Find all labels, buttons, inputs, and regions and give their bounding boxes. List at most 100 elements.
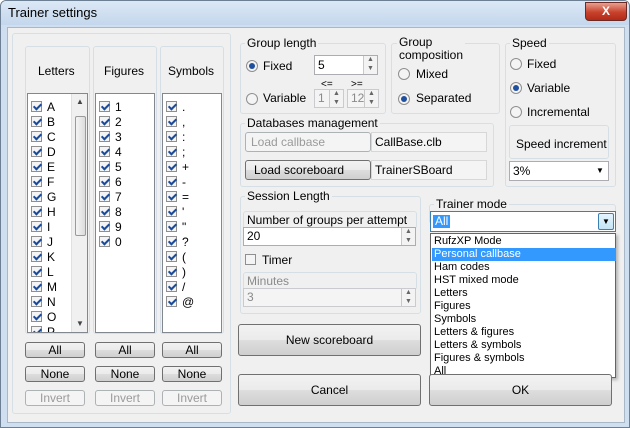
trainer-mode-dropdown-list[interactable]: RufzXP Mode Personal callbase Ham codes HST… bbox=[430, 233, 616, 378]
figure-item[interactable]: 1 bbox=[99, 99, 122, 114]
group-length-fixed-radio[interactable] bbox=[246, 60, 258, 72]
trainer-mode-option[interactable]: Figures & symbols bbox=[432, 352, 616, 365]
spin-up-icon[interactable]: ▲ bbox=[402, 289, 415, 298]
figure-checkbox[interactable] bbox=[99, 131, 110, 142]
letters-scrollbar[interactable]: ▲ ▼ bbox=[71, 94, 87, 332]
figures-all-button[interactable]: All bbox=[95, 342, 155, 358]
letters-all-button[interactable]: All bbox=[25, 342, 85, 358]
letter-checkbox[interactable] bbox=[31, 131, 42, 142]
letters-scroll-thumb[interactable] bbox=[75, 116, 86, 236]
letter-item[interactable]: B bbox=[31, 114, 55, 129]
symbol-item[interactable]: , bbox=[166, 114, 185, 129]
figure-checkbox[interactable] bbox=[99, 206, 110, 217]
speed-increment-select[interactable]: 3% ▼ bbox=[509, 161, 609, 181]
chevron-down-icon[interactable]: ▼ bbox=[596, 162, 604, 180]
composition-separated-radio[interactable] bbox=[398, 93, 410, 105]
letter-checkbox[interactable] bbox=[31, 191, 42, 202]
trainer-mode-select[interactable]: All ▼ bbox=[430, 211, 616, 232]
symbol-checkbox[interactable] bbox=[166, 161, 177, 172]
title-bar[interactable]: Trainer settings X bbox=[1, 1, 629, 25]
symbol-checkbox[interactable] bbox=[166, 296, 177, 307]
figure-checkbox[interactable] bbox=[99, 191, 110, 202]
trainer-mode-option[interactable]: HST mixed mode bbox=[432, 274, 616, 287]
letter-checkbox[interactable] bbox=[31, 281, 42, 292]
letter-item[interactable]: C bbox=[31, 129, 56, 144]
symbol-item[interactable]: ; bbox=[166, 144, 185, 159]
trainer-mode-option[interactable]: Figures bbox=[432, 300, 616, 313]
figure-checkbox[interactable] bbox=[99, 161, 110, 172]
trainer-mode-option[interactable]: Letters bbox=[432, 287, 616, 300]
max-length-spinner[interactable]: ▲ ▼ bbox=[364, 90, 378, 107]
symbol-checkbox[interactable] bbox=[166, 146, 177, 157]
symbol-checkbox[interactable] bbox=[166, 266, 177, 277]
letter-item[interactable]: M bbox=[31, 279, 57, 294]
symbol-checkbox[interactable] bbox=[166, 191, 177, 202]
cancel-button[interactable]: Cancel bbox=[238, 374, 421, 406]
symbol-item[interactable]: @ bbox=[166, 294, 194, 309]
load-scoreboard-button[interactable]: Load scoreboard bbox=[245, 160, 371, 180]
figures-invert-button[interactable]: Invert bbox=[95, 390, 155, 406]
symbol-checkbox[interactable] bbox=[166, 206, 177, 217]
letter-item[interactable]: K bbox=[31, 249, 55, 264]
symbol-checkbox[interactable] bbox=[166, 101, 177, 112]
symbol-checkbox[interactable] bbox=[166, 251, 177, 262]
symbol-checkbox[interactable] bbox=[166, 221, 177, 232]
symbol-item[interactable]: - bbox=[166, 174, 186, 189]
figure-checkbox[interactable] bbox=[99, 236, 110, 247]
symbols-none-button[interactable]: None bbox=[162, 366, 222, 382]
letter-checkbox[interactable] bbox=[31, 296, 42, 307]
fixed-length-input[interactable]: 5 ▲ ▼ bbox=[314, 55, 378, 75]
figure-item[interactable]: 2 bbox=[99, 114, 122, 129]
figure-item[interactable]: 9 bbox=[99, 219, 122, 234]
figure-item[interactable]: 3 bbox=[99, 129, 122, 144]
letter-checkbox[interactable] bbox=[31, 101, 42, 112]
symbol-item[interactable]: ) bbox=[166, 264, 186, 279]
letter-checkbox[interactable] bbox=[31, 176, 42, 187]
letter-checkbox[interactable] bbox=[31, 251, 42, 262]
symbol-item[interactable]: = bbox=[166, 189, 189, 204]
letters-list[interactable]: ABCDEFGHIJKLMNOP ▲ ▼ bbox=[27, 93, 88, 333]
letter-checkbox[interactable] bbox=[31, 326, 42, 332]
minutes-spinner[interactable]: ▲ ▼ bbox=[401, 289, 415, 306]
letter-item[interactable]: H bbox=[31, 204, 56, 219]
symbol-checkbox[interactable] bbox=[166, 236, 177, 247]
letters-invert-button[interactable]: Invert bbox=[25, 390, 85, 406]
ok-button[interactable]: OK bbox=[429, 374, 612, 406]
letter-checkbox[interactable] bbox=[31, 206, 42, 217]
letter-item[interactable]: N bbox=[31, 294, 56, 309]
scroll-down-arrow-icon[interactable]: ▼ bbox=[76, 319, 84, 328]
letter-item[interactable]: F bbox=[31, 174, 54, 189]
spin-up-icon[interactable]: ▲ bbox=[402, 228, 415, 237]
figure-item[interactable]: 4 bbox=[99, 144, 122, 159]
letter-item[interactable]: J bbox=[31, 234, 53, 249]
min-length-spinner[interactable]: ▲ ▼ bbox=[329, 90, 343, 107]
figures-none-button[interactable]: None bbox=[95, 366, 155, 382]
scroll-up-arrow-icon[interactable]: ▲ bbox=[76, 97, 84, 106]
letter-checkbox[interactable] bbox=[31, 311, 42, 322]
letter-item[interactable]: O bbox=[31, 309, 56, 324]
letter-item[interactable]: I bbox=[31, 219, 50, 234]
symbol-item[interactable]: / bbox=[166, 279, 185, 294]
letter-checkbox[interactable] bbox=[31, 146, 42, 157]
groups-per-attempt-spinner[interactable]: ▲ ▼ bbox=[401, 228, 415, 245]
symbol-checkbox[interactable] bbox=[166, 281, 177, 292]
letters-none-button[interactable]: None bbox=[25, 366, 85, 382]
spin-up-icon[interactable]: ▲ bbox=[365, 90, 378, 99]
figure-checkbox[interactable] bbox=[99, 101, 110, 112]
spin-down-icon[interactable]: ▼ bbox=[330, 99, 343, 108]
symbol-item[interactable]: ? bbox=[166, 234, 189, 249]
letter-item[interactable]: G bbox=[31, 189, 56, 204]
spin-down-icon[interactable]: ▼ bbox=[364, 65, 377, 74]
figure-checkbox[interactable] bbox=[99, 176, 110, 187]
symbol-checkbox[interactable] bbox=[166, 116, 177, 127]
letter-item[interactable]: L bbox=[31, 264, 54, 279]
trainer-mode-option[interactable]: Letters & symbols bbox=[432, 339, 616, 352]
symbols-list[interactable]: .,:; + - = ' "?() / @ bbox=[162, 93, 222, 333]
letter-item[interactable]: E bbox=[31, 159, 55, 174]
letter-checkbox[interactable] bbox=[31, 266, 42, 277]
trainer-mode-option[interactable]: Personal callbase bbox=[432, 248, 616, 261]
max-length-input[interactable]: 12 ▲ ▼ bbox=[347, 89, 379, 108]
load-callbase-button[interactable]: Load callbase bbox=[245, 132, 371, 152]
speed-fixed-radio[interactable] bbox=[510, 58, 522, 70]
figures-list[interactable]: 1234567890 bbox=[95, 93, 155, 333]
